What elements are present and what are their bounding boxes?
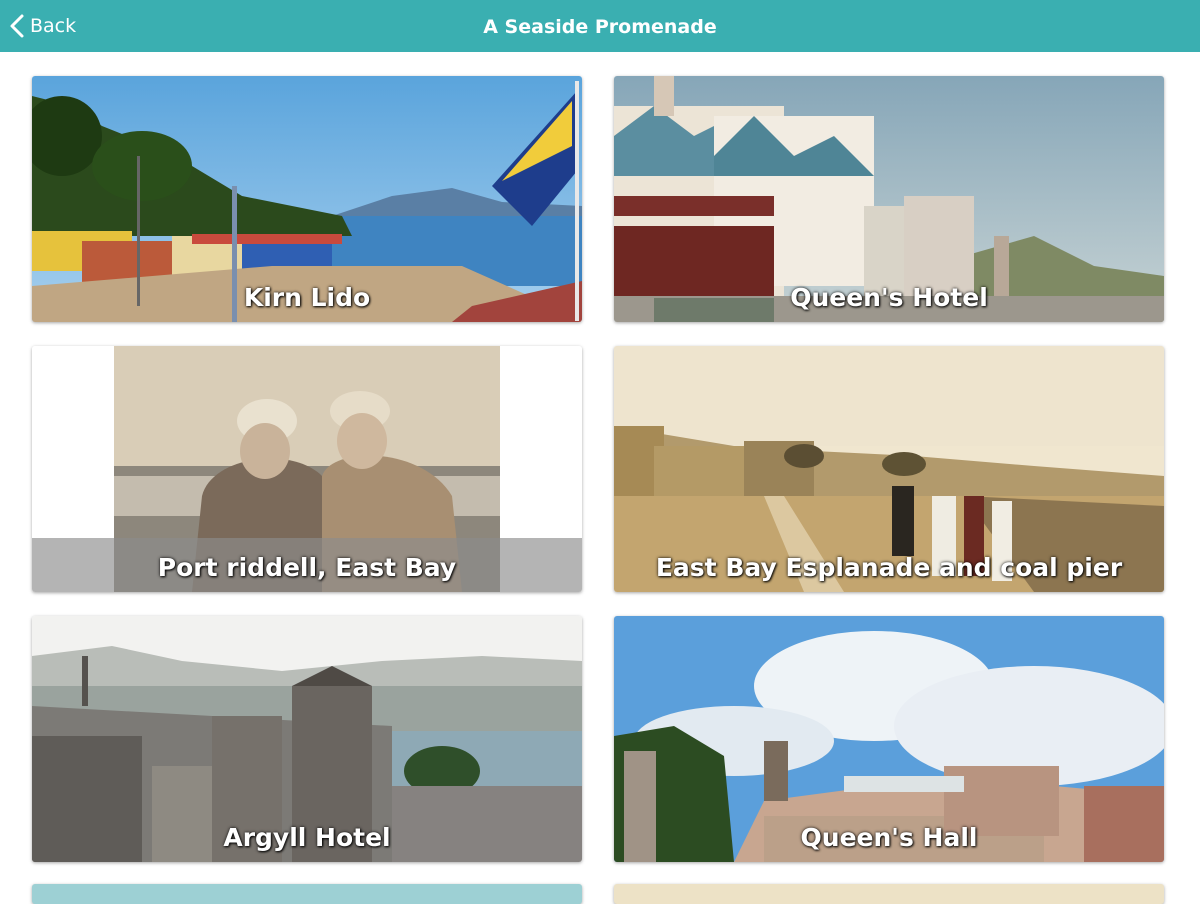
card-caption: Kirn Lido: [243, 283, 371, 312]
card-caption: Queen's Hotel: [790, 283, 988, 312]
card-caption: Queen's Hall: [800, 823, 978, 852]
gallery-card-kirn-lido[interactable]: Kirn Lido: [32, 76, 582, 322]
gallery-card-partial-left[interactable]: [32, 884, 582, 904]
gallery-card-partial-right[interactable]: [614, 884, 1164, 904]
back-button[interactable]: Back: [8, 12, 76, 40]
gallery-card-port-riddell[interactable]: Port riddell, East Bay: [32, 346, 582, 592]
top-navigation-bar: Back A Seaside Promenade: [0, 0, 1200, 52]
back-label: Back: [30, 15, 77, 37]
gallery-card-argyll-hotel[interactable]: Argyll Hotel: [32, 616, 582, 862]
gallery-card-queens-hall[interactable]: Queen's Hall: [614, 616, 1164, 862]
chevron-left-icon: [10, 14, 24, 38]
card-caption: East Bay Esplanade and coal pier: [655, 553, 1123, 582]
gallery-card-queens-hotel[interactable]: Queen's Hotel: [614, 76, 1164, 322]
gallery-card-east-bay-esplanade[interactable]: East Bay Esplanade and coal pier: [614, 346, 1164, 592]
page-title: A Seaside Promenade: [483, 16, 717, 38]
card-caption: Port riddell, East Bay: [157, 553, 457, 582]
card-caption: Argyll Hotel: [223, 823, 391, 852]
